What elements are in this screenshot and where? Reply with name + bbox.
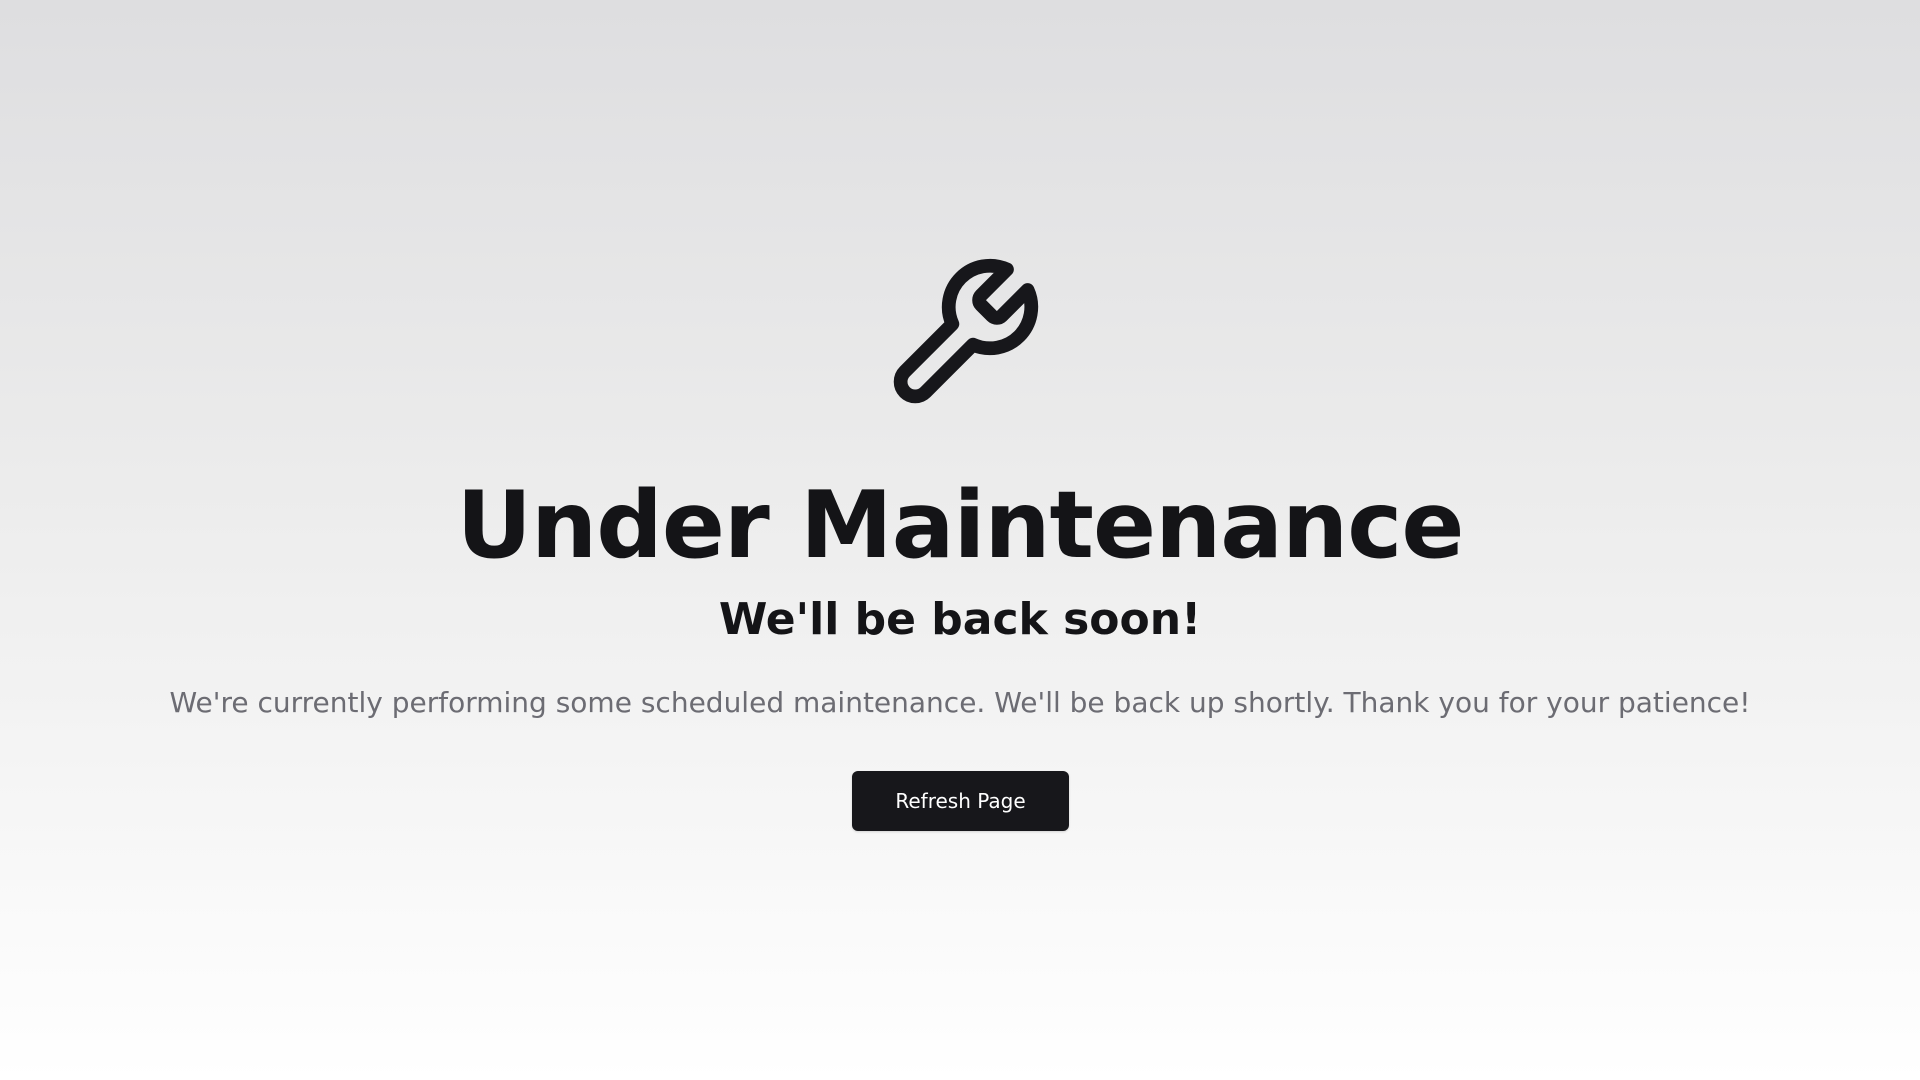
maintenance-message: We're currently performing some schedule… — [169, 686, 1751, 719]
refresh-page-button[interactable]: Refresh Page — [852, 771, 1069, 831]
wrench-icon — [880, 252, 1045, 417]
maintenance-page: Under Maintenance We'll be back soon! We… — [0, 0, 1920, 1080]
page-subtitle: We'll be back soon! — [718, 594, 1202, 645]
page-title: Under Maintenance — [456, 471, 1465, 579]
